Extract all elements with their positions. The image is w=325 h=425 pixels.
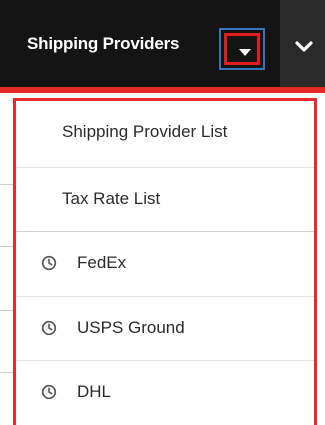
- menu-item-shipping-provider-list[interactable]: Shipping Provider List: [16, 101, 314, 163]
- recent-item-dhl[interactable]: DHL: [16, 361, 314, 423]
- menu-item-tax-rate-list[interactable]: Tax Rate List: [16, 168, 314, 230]
- module-dropdown-menu: Shipping Provider List Tax Rate List Fed…: [13, 98, 317, 425]
- clock-icon: [41, 320, 57, 336]
- chevron-down-icon: [295, 41, 313, 52]
- recent-item-label: USPS Ground: [77, 318, 185, 337]
- more-modules-button[interactable]: [281, 0, 325, 93]
- active-tab-underline: [0, 87, 325, 93]
- background-divider: [0, 184, 14, 185]
- recent-item-label: FedEx: [77, 253, 127, 272]
- top-navbar: Shipping Providers: [0, 0, 325, 93]
- background-divider: [0, 310, 14, 311]
- module-dropdown-button[interactable]: [219, 28, 265, 70]
- menu-item-label: Tax Rate List: [62, 189, 161, 208]
- recent-item-usps-ground[interactable]: USPS Ground: [16, 297, 314, 359]
- module-tab-label[interactable]: Shipping Providers: [27, 34, 179, 54]
- recent-item-label: DHL: [77, 382, 112, 401]
- module-tab-shipping-providers[interactable]: Shipping Providers: [0, 0, 280, 93]
- background-divider: [0, 246, 14, 247]
- background-divider: [0, 372, 14, 373]
- clock-icon: [41, 384, 57, 400]
- menu-item-label: Shipping Provider List: [62, 122, 228, 141]
- dropdown-highlight: [224, 33, 260, 65]
- caret-down-icon: [239, 49, 251, 56]
- clock-icon: [41, 255, 57, 271]
- recent-item-fedex[interactable]: FedEx: [16, 232, 314, 294]
- screen: Shipping Providers Shipping Provider Lis…: [0, 0, 325, 425]
